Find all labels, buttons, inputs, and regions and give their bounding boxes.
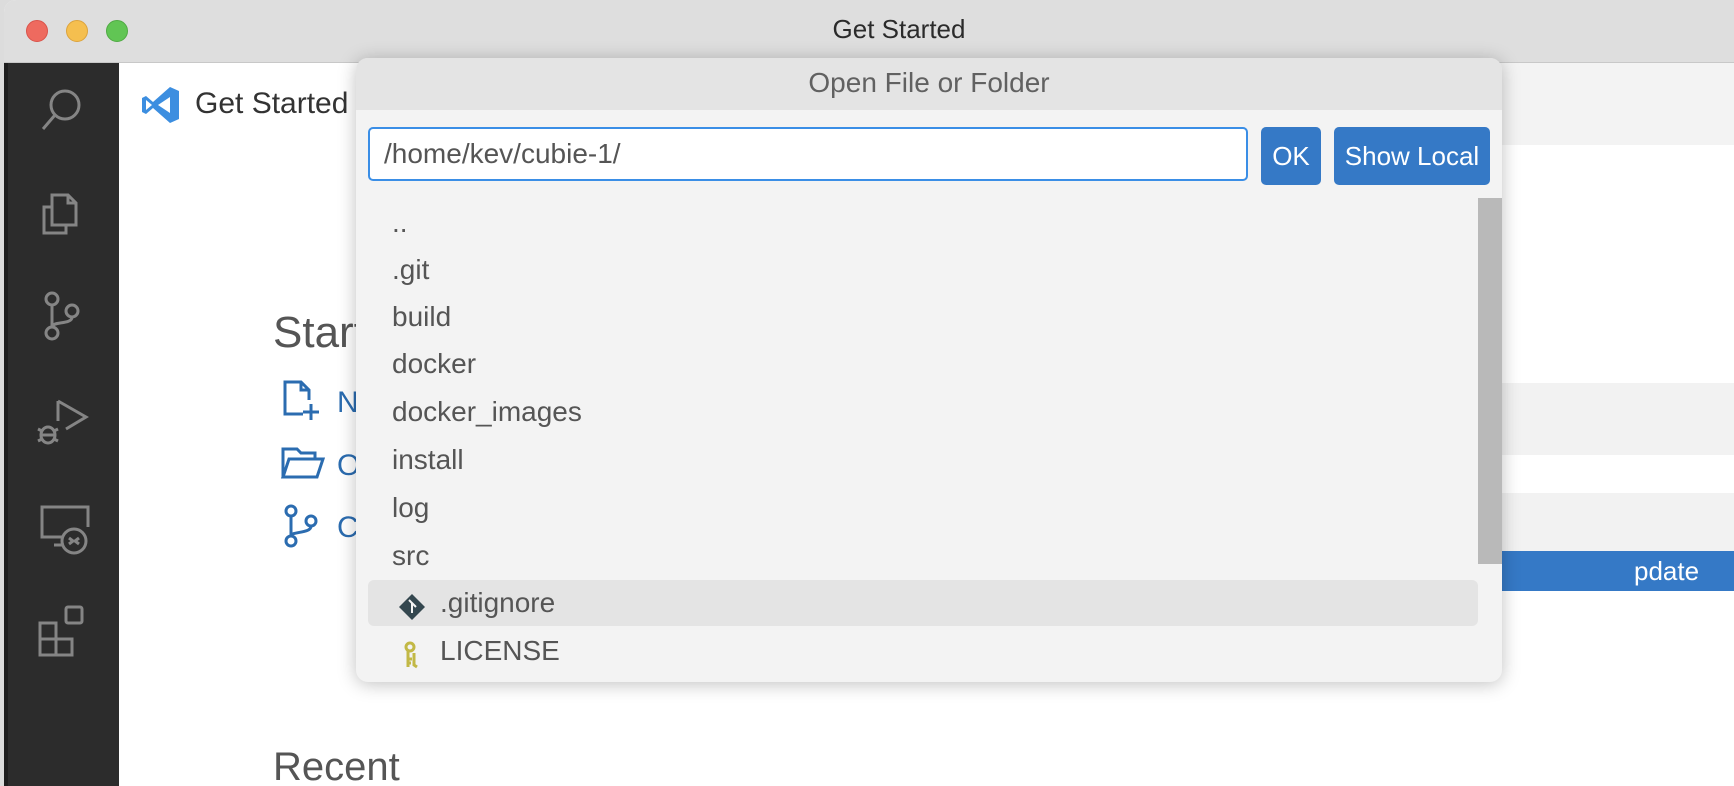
new-file-icon [283, 380, 319, 420]
list-item-selected[interactable]: .gitignore [368, 580, 1478, 626]
update-button[interactable]: pdate [1484, 551, 1734, 591]
ok-button[interactable]: OK [1261, 127, 1321, 185]
list-item[interactable]: docker [368, 341, 1478, 387]
path-input[interactable] [368, 127, 1248, 181]
activity-bar [4, 63, 119, 786]
dialog-title: Open File or Folder [356, 58, 1502, 110]
item-label: LICENSE [440, 635, 560, 666]
source-control-icon[interactable] [34, 289, 90, 345]
item-label: docker_images [392, 396, 582, 427]
scrollbar[interactable] [1478, 198, 1502, 564]
list-item[interactable]: LICENSE [368, 628, 1478, 674]
search-icon[interactable] [34, 83, 90, 139]
item-label: log [392, 492, 430, 523]
item-label: build [392, 301, 452, 332]
run-debug-icon[interactable] [34, 393, 90, 449]
title-bar: Get Started [4, 0, 1734, 63]
git-icon [398, 589, 426, 620]
open-file-dialog: Open File or Folder OK Show Local .. .gi… [356, 58, 1502, 682]
item-label: docker [392, 348, 477, 379]
list-item[interactable]: .git [368, 247, 1478, 293]
item-label: src [392, 540, 430, 571]
walkthrough-band [1484, 383, 1734, 455]
item-label: install [392, 444, 464, 475]
list-item[interactable]: build [368, 294, 1478, 340]
window-title: Get Started [832, 14, 966, 44]
folder-open-icon [280, 447, 326, 479]
new-file-link[interactable]: N [279, 378, 359, 422]
open-folder-link[interactable]: O [279, 441, 360, 485]
extensions-icon[interactable] [34, 601, 90, 657]
list-item[interactable]: src [368, 533, 1478, 579]
file-list: .. .git build docker docker_images insta… [368, 198, 1478, 682]
source-control-icon [284, 504, 318, 548]
vscode-logo-icon [141, 85, 181, 125]
tab-label: Get Started [195, 87, 349, 120]
item-label: .gitignore [440, 587, 556, 618]
list-item[interactable]: docker_images [368, 389, 1478, 435]
item-label: .git [392, 254, 430, 285]
list-item[interactable]: .. [368, 200, 1478, 246]
show-local-button[interactable]: Show Local [1334, 127, 1490, 185]
remote-explorer-icon[interactable] [34, 499, 90, 555]
start-heading: Start [273, 308, 366, 357]
clone-repo-link[interactable]: C [279, 503, 359, 548]
files-icon[interactable] [34, 187, 90, 243]
list-item[interactable]: log [368, 485, 1478, 531]
license-key-icon [398, 637, 426, 669]
recent-heading: Recent [273, 745, 400, 786]
list-item[interactable]: install [368, 437, 1478, 483]
item-label: .. [392, 207, 408, 238]
